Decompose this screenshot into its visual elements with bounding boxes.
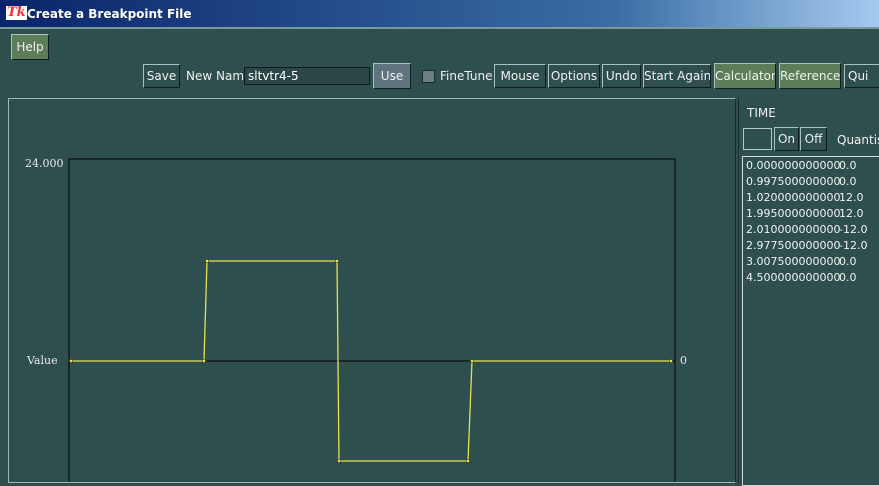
off-button[interactable]: Off — [800, 127, 827, 151]
title-bar: Tk Create a Breakpoint File — [0, 0, 879, 27]
list-item-time: 0.997500000000 — [746, 175, 841, 188]
window-title: Create a Breakpoint File — [27, 7, 192, 21]
reference-button[interactable]: Reference — [779, 63, 841, 89]
quit-button[interactable]: Qui — [844, 64, 879, 88]
finetune-label: FineTune — [440, 69, 493, 83]
breakpoint-handle[interactable] — [205, 259, 209, 263]
divider — [0, 27, 879, 29]
list-item-value: 0.0 — [839, 175, 857, 188]
y-max-label: 24.000 — [25, 157, 64, 170]
save-button[interactable]: Save — [143, 64, 180, 88]
list-item-value: -12.0 — [839, 223, 868, 236]
list-item-time: 1.020000000000 — [746, 191, 841, 204]
breakpoint-handle[interactable] — [466, 459, 470, 463]
list-item[interactable]: 0.9975000000000.0 — [746, 175, 857, 188]
breakpoint-handle[interactable] — [202, 359, 206, 363]
list-item[interactable]: 2.977500000000-12.0 — [746, 239, 867, 252]
panel-separator — [738, 98, 739, 483]
list-item-value: 0.0 — [839, 255, 857, 268]
quantise-value-box[interactable] — [743, 128, 772, 150]
breakpoint-list[interactable]: 0.0000000000000.0 0.9975000000000.0 1.0200… — [742, 156, 879, 486]
list-item-value: 12.0 — [839, 207, 864, 220]
breakpoint-handle[interactable] — [335, 259, 339, 263]
breakpoint-handle[interactable] — [470, 359, 474, 363]
list-item-time: 2.010000000000 — [746, 223, 841, 236]
list-item-time: 4.500000000000 — [746, 271, 841, 284]
list-item-value: 0.0 — [839, 271, 857, 284]
breakpoint-handle[interactable] — [337, 459, 341, 463]
list-item[interactable]: 0.0000000000000.0 — [746, 159, 857, 172]
list-item[interactable]: 4.5000000000000.0 — [746, 271, 857, 284]
list-item-value: -12.0 — [839, 239, 868, 252]
breakpoint-graph[interactable]: 24.000 Value 0 — [9, 99, 735, 482]
list-item-value: 0.0 — [839, 159, 857, 172]
breakpoint-handle[interactable] — [69, 359, 73, 363]
undo-button[interactable]: Undo — [602, 64, 641, 88]
list-item[interactable]: 1.02000000000012.0 — [746, 191, 864, 204]
plot-frame — [68, 158, 676, 482]
value-axis-label: Value — [26, 354, 58, 367]
tk-logo-icon: Tk — [6, 5, 27, 20]
zero-label: 0 — [680, 354, 687, 367]
calculator-button[interactable]: Calculator — [714, 63, 776, 89]
list-item[interactable]: 1.99500000000012.0 — [746, 207, 864, 220]
list-item-value: 12.0 — [839, 191, 864, 204]
on-button[interactable]: On — [774, 127, 799, 151]
graph-canvas[interactable]: 24.000 Value 0 — [8, 98, 736, 483]
finetune-checkbox[interactable] — [422, 70, 435, 83]
help-button[interactable]: Help — [11, 34, 49, 60]
list-item[interactable]: 3.0075000000000.0 — [746, 255, 857, 268]
new-name-label: New Name — [186, 69, 252, 83]
list-item-time: 3.007500000000 — [746, 255, 841, 268]
mouse-button[interactable]: Mouse — [494, 64, 546, 88]
list-item[interactable]: 2.010000000000-12.0 — [746, 223, 867, 236]
breakpoint-handle[interactable] — [669, 359, 673, 363]
list-item-time: 2.977500000000 — [746, 239, 841, 252]
options-button[interactable]: Options — [548, 64, 600, 88]
time-label: TIME — [747, 106, 776, 120]
list-item-time: 0.000000000000 — [746, 159, 841, 172]
use-button[interactable]: Use — [373, 63, 411, 89]
new-name-input[interactable] — [244, 67, 370, 85]
list-item-time: 1.995000000000 — [746, 207, 841, 220]
start-again-button[interactable]: Start Again — [643, 64, 711, 88]
quit-label: Qui — [848, 69, 869, 83]
quantise-label: Quantise — [837, 133, 879, 147]
